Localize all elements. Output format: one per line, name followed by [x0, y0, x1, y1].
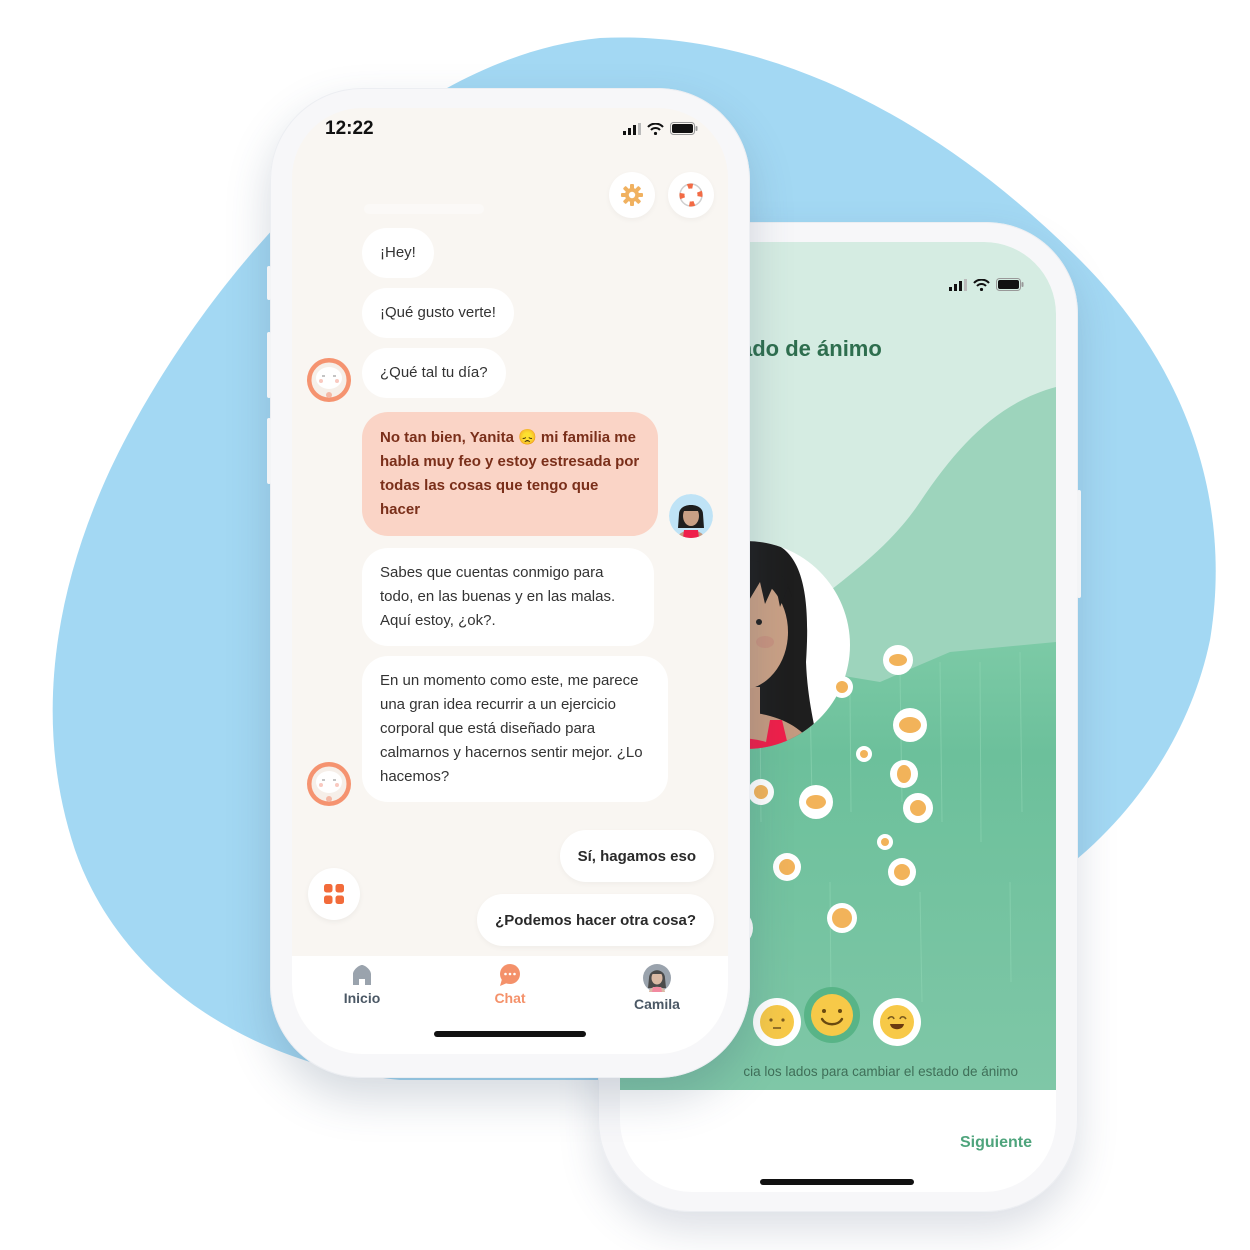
tab-label: Inicio: [343, 990, 381, 1006]
quick-reply-label: Sí, hagamos eso: [577, 847, 696, 865]
side-button: [267, 418, 271, 484]
signal-icon: [623, 122, 641, 135]
tab-bar: Inicio Chat Camila: [292, 956, 728, 1054]
quick-reply-label: ¿Podemos hacer otra cosa?: [495, 911, 696, 929]
gear-icon: [621, 184, 643, 206]
wifi-icon: [647, 122, 664, 135]
tab-label: Camila: [634, 996, 680, 1012]
message-text: ¿Qué tal tu día?: [380, 364, 488, 381]
robot-icon: [307, 762, 351, 806]
help-button[interactable]: [668, 172, 714, 218]
bot-message: ¿Qué tal tu día?: [362, 348, 506, 398]
bot-message: ¡Hey!: [362, 228, 434, 278]
message-text: No tan bien, Yanita 😞 mi familia me habl…: [380, 429, 640, 518]
robot-icon: [307, 358, 351, 402]
tab-camila[interactable]: Camila: [607, 964, 707, 1012]
status-time: 12:22: [325, 118, 374, 139]
tab-chat[interactable]: Chat: [460, 964, 560, 1006]
side-button: [267, 266, 271, 300]
user-message: No tan bien, Yanita 😞 mi familia me habl…: [362, 412, 658, 536]
chat-phone: 12:22 ¡Hey! ¡Qué gusto verte! ¿Qué tal t…: [267, 88, 750, 1078]
bot-avatar: [307, 358, 351, 402]
bot-message: ¡Qué gusto verte!: [362, 288, 514, 338]
very-happy-face-icon: [880, 1005, 914, 1039]
chat-screen: 12:22 ¡Hey! ¡Qué gusto verte! ¿Qué tal t…: [292, 108, 728, 1054]
side-button: [267, 332, 271, 398]
user-avatar: [669, 494, 713, 538]
message-text: ¡Qué gusto verte!: [380, 304, 496, 321]
status-bar: [949, 278, 1024, 291]
menu-button[interactable]: [308, 868, 360, 920]
message-text: ¡Hey!: [380, 244, 416, 261]
signal-icon: [949, 278, 967, 291]
battery-icon: [996, 278, 1024, 291]
side-button: [1077, 490, 1081, 598]
home-icon: [353, 965, 371, 985]
tab-label: Chat: [494, 990, 526, 1006]
status-bar: [623, 122, 698, 135]
wifi-icon: [973, 278, 990, 291]
happy-face-icon: [811, 994, 853, 1036]
chat-bubble-icon: [500, 964, 520, 986]
bot-message: Sabes que cuentas conmigo para todo, en …: [362, 548, 654, 646]
home-indicator[interactable]: [760, 1179, 914, 1185]
neutral-face-icon: [760, 1005, 794, 1039]
message-text: En un momento como este, me parece una g…: [380, 672, 643, 785]
grid-icon: [324, 884, 344, 904]
message-text: Sabes que cuentas conmigo para todo, en …: [380, 564, 616, 629]
settings-button[interactable]: [609, 172, 655, 218]
tab-inicio[interactable]: Inicio: [312, 964, 412, 1006]
home-indicator[interactable]: [434, 1031, 586, 1037]
bot-avatar: [307, 762, 351, 806]
happy-face[interactable]: [804, 987, 860, 1043]
battery-icon: [670, 122, 698, 135]
profile-avatar: [643, 964, 671, 992]
lifebuoy-icon: [679, 183, 703, 207]
very-happy-face[interactable]: [873, 998, 921, 1046]
faded-bubble: [364, 204, 484, 214]
bot-message: En un momento como este, me parece una g…: [362, 656, 668, 802]
neutral-face[interactable]: [753, 998, 801, 1046]
user-avatar-icon: [669, 494, 713, 538]
next-button[interactable]: Siguiente: [960, 1134, 1032, 1152]
quick-reply-yes[interactable]: Sí, hagamos eso: [559, 830, 714, 882]
quick-reply-other[interactable]: ¿Podemos hacer otra cosa?: [477, 894, 714, 946]
